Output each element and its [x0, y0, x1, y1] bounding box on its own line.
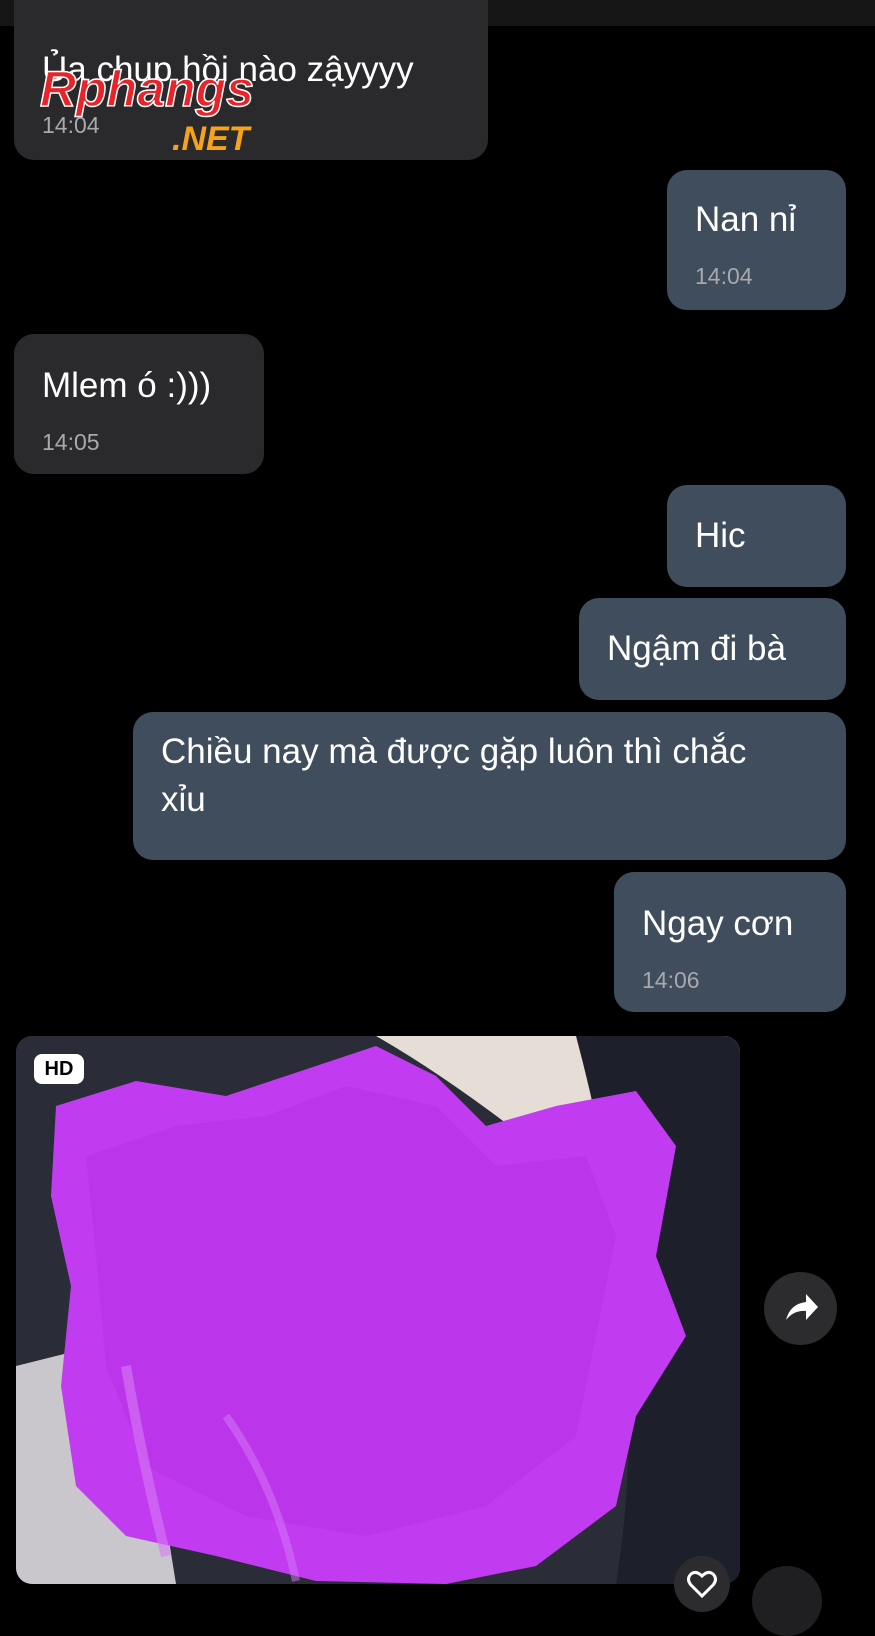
like-button[interactable] — [674, 1556, 730, 1612]
message-text-line: Chiều nay mà được gặp luôn thì chắc — [161, 732, 747, 771]
message-bubble-outgoing[interactable]: Ngay cơn 14:06 — [614, 872, 846, 1012]
svg-text:Rphangs: Rphangs — [40, 61, 254, 117]
share-arrow-icon — [786, 1294, 818, 1320]
heart-icon — [687, 1570, 717, 1599]
hd-badge: HD — [34, 1054, 84, 1084]
message-text-line: xỉu — [161, 780, 206, 819]
message-time: 14:06 — [642, 967, 700, 993]
message-text: Hic — [695, 516, 746, 555]
share-button[interactable] — [764, 1272, 837, 1345]
message-bubble-outgoing[interactable]: Hic — [667, 485, 846, 587]
censored-photo-image — [16, 1036, 740, 1584]
message-bubble-outgoing[interactable]: Ngậm đi bà — [579, 598, 846, 700]
message-bubble-outgoing[interactable]: Chiều nay mà được gặp luôn thì chắc xỉu — [133, 712, 846, 860]
message-text: Ngay cơn — [642, 904, 794, 943]
photo-attachment[interactable]: HD — [16, 1036, 740, 1584]
message-bubble-outgoing[interactable]: Nan nỉ 14:04 — [667, 170, 846, 310]
message-bubble-incoming[interactable]: Mlem ó :))) 14:05 — [14, 334, 264, 474]
message-time: 14:04 — [695, 263, 753, 289]
svg-text:.NET: .NET — [172, 120, 253, 158]
watermark-logo: Rphangs .NET — [40, 60, 255, 158]
reaction-button[interactable] — [752, 1566, 822, 1636]
message-text: Mlem ó :))) — [42, 366, 212, 405]
message-text: Ngậm đi bà — [607, 629, 786, 668]
message-time: 14:05 — [42, 429, 100, 455]
message-text: Nan nỉ — [695, 200, 797, 239]
